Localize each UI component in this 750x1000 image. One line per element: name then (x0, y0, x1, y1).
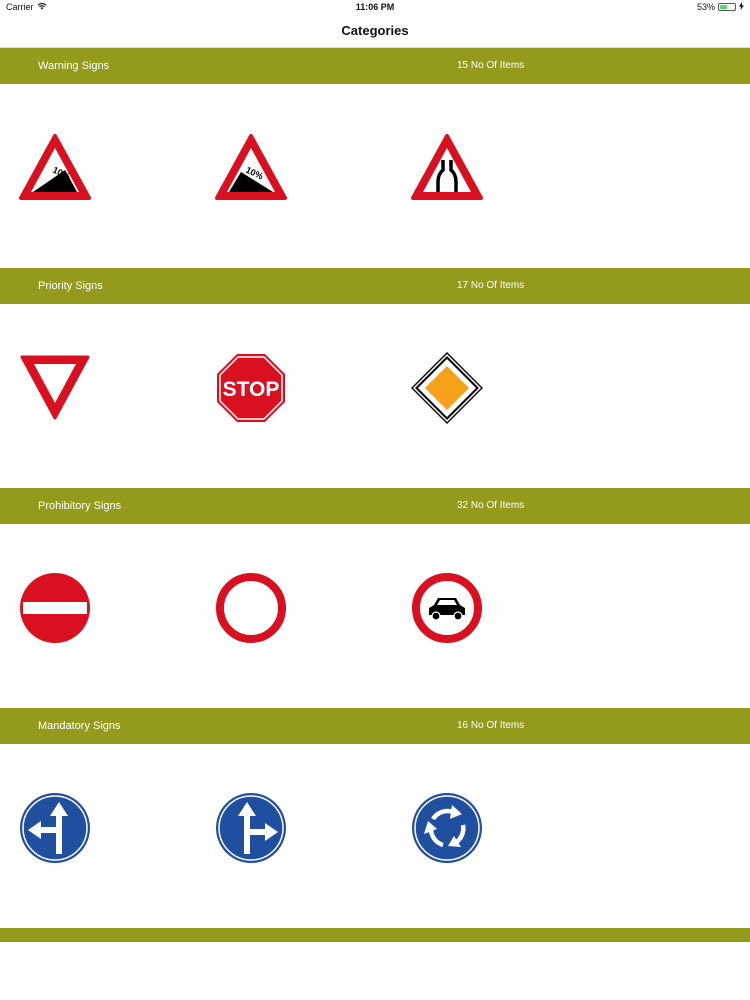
category-title: Mandatory Signs (38, 720, 121, 732)
sign-row: 10% 10% (0, 84, 750, 268)
roundabout-mandatory-icon[interactable] (411, 792, 483, 864)
svg-text:STOP: STOP (223, 378, 280, 401)
steep-ascent-warning-icon[interactable]: 10% (215, 132, 287, 204)
category-header[interactable]: Prohibitory Signs 32 No Of Items (0, 488, 750, 524)
category-warning-signs: Warning Signs 15 No Of Items 10% 10% (0, 48, 750, 268)
wifi-icon (37, 2, 47, 12)
navigation-bar: Categories (0, 14, 750, 48)
category-title: Priority Signs (38, 280, 103, 292)
status-bar: Carrier 11:06 PM 53% (0, 0, 750, 14)
category-item-count: 16 No Of Items (457, 720, 525, 731)
straight-or-left-mandatory-icon[interactable] (19, 792, 91, 864)
battery-percentage: 53% (696, 2, 715, 12)
carrier-label: Carrier (6, 2, 34, 12)
category-item-count: 15 No Of Items (457, 60, 525, 71)
category-header[interactable]: Warning Signs 15 No Of Items (0, 48, 750, 84)
status-time: 11:06 PM (355, 2, 395, 12)
sign-row: STOP (0, 304, 750, 488)
sign-row (0, 744, 750, 928)
category-title: Prohibitory Signs (38, 500, 122, 512)
category-item-count: 17 No Of Items (457, 280, 525, 291)
category-header[interactable]: Mandatory Signs 16 No Of Items (0, 708, 750, 744)
battery-icon (718, 3, 736, 11)
category-item-count: 32 No Of Items (457, 500, 525, 511)
steep-descent-warning-icon[interactable]: 10% (19, 132, 91, 204)
category-header-partial (0, 928, 750, 942)
category-prohibitory-signs: Prohibitory Signs 32 No Of Items (0, 488, 750, 708)
category-title: Warning Signs (38, 60, 110, 72)
stop-sign-icon[interactable]: STOP (215, 352, 287, 424)
straight-or-right-mandatory-icon[interactable] (215, 792, 287, 864)
priority-road-sign-icon[interactable] (411, 352, 483, 424)
no-entry-sign-icon[interactable] (19, 572, 91, 644)
category-priority-signs: Priority Signs 17 No Of Items STOP (0, 268, 750, 488)
charging-bolt-icon (739, 2, 744, 12)
page-title: Categories (341, 23, 409, 38)
road-narrows-warning-icon[interactable] (411, 132, 483, 204)
sign-row (0, 524, 750, 708)
no-vehicles-sign-icon[interactable] (215, 572, 287, 644)
category-mandatory-signs: Mandatory Signs 16 No Of Items (0, 708, 750, 928)
yield-sign-icon[interactable] (19, 352, 91, 424)
category-header[interactable]: Priority Signs 17 No Of Items (0, 268, 750, 304)
no-motor-vehicles-sign-icon[interactable] (411, 572, 483, 644)
